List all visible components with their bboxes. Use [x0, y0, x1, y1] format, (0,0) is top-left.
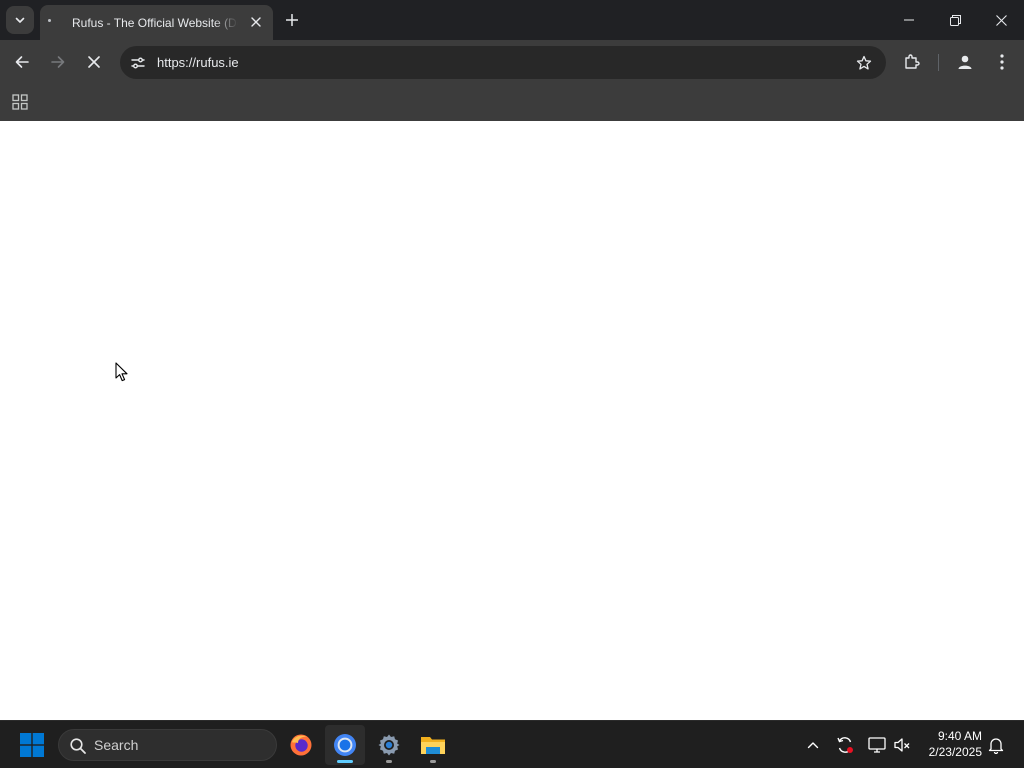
minimize-button[interactable]	[886, 0, 932, 40]
display-tray-button[interactable]	[865, 733, 889, 757]
chevron-up-icon	[807, 742, 819, 749]
volume-tray-button[interactable]	[890, 733, 914, 757]
arrow-left-icon	[15, 56, 29, 68]
extensions-button[interactable]	[896, 46, 928, 78]
tab-title: Rufus - The Official Website (Download, …	[72, 16, 238, 30]
loading-favicon-icon	[48, 19, 51, 22]
clock-time: 9:40 AM	[937, 729, 982, 743]
active-app-indicator	[337, 760, 353, 763]
file-explorer-taskbar-button[interactable]	[413, 725, 453, 765]
bookmark-star-button[interactable]	[854, 53, 874, 73]
chrome-taskbar-button[interactable]	[325, 725, 365, 765]
running-app-indicator	[386, 760, 392, 763]
notifications-button[interactable]	[984, 733, 1008, 757]
person-icon	[958, 55, 972, 69]
back-button[interactable]	[6, 46, 38, 78]
folder-icon	[421, 737, 445, 754]
taskbar-search-box[interactable]: Search	[58, 729, 277, 761]
url-text: https://rufus.ie	[157, 55, 239, 70]
close-icon	[88, 56, 100, 68]
stop-loading-button[interactable]	[78, 46, 110, 78]
start-button[interactable]	[14, 729, 50, 761]
taskbar: Search 9:40 AM 2/23/2025	[0, 720, 1024, 768]
speaker-muted-icon	[894, 738, 910, 752]
page-content[interactable]	[0, 121, 1024, 720]
more-vert-icon	[1000, 54, 1004, 70]
search-icon	[70, 738, 86, 754]
settings-taskbar-button[interactable]	[369, 725, 409, 765]
arrow-right-icon	[51, 56, 65, 68]
puzzle-icon	[905, 54, 920, 69]
firefox-taskbar-button[interactable]	[281, 725, 321, 765]
profile-button[interactable]	[949, 46, 981, 78]
display-icon	[868, 737, 886, 753]
toolbar-divider	[938, 54, 939, 71]
address-bar[interactable]: https://rufus.ie	[120, 46, 886, 79]
minimize-icon	[904, 19, 914, 21]
restore-button[interactable]	[932, 0, 978, 40]
close-window-button[interactable]	[978, 0, 1024, 40]
tab-strip: Rufus - The Official Website (Download, …	[0, 0, 1024, 40]
screen: Rufus - The Official Website (Download, …	[0, 0, 1024, 768]
bell-icon	[988, 738, 1004, 754]
active-tab[interactable]: Rufus - The Official Website (Download, …	[40, 5, 273, 40]
apps-button[interactable]	[8, 90, 32, 114]
site-info-button[interactable]	[125, 50, 151, 76]
bookmarks-bar	[0, 85, 1024, 121]
mouse-cursor-icon	[115, 362, 128, 382]
clock-date: 2/23/2025	[928, 745, 982, 759]
apps-grid-icon	[12, 94, 28, 110]
tab-close-button[interactable]	[246, 12, 266, 32]
system-clock[interactable]: 9:40 AM 2/23/2025	[920, 728, 982, 760]
windows-logo-icon	[20, 733, 44, 757]
browser-toolbar: https://rufus.ie	[0, 40, 1024, 85]
forward-button[interactable]	[42, 46, 74, 78]
running-app-indicator	[430, 760, 436, 763]
star-icon	[856, 55, 872, 70]
chevron-down-icon	[15, 17, 25, 23]
tab-search-button[interactable]	[6, 6, 34, 34]
close-icon	[251, 17, 261, 27]
firefox-icon	[290, 734, 312, 756]
new-tab-button[interactable]	[281, 9, 303, 31]
menu-button[interactable]	[986, 46, 1018, 78]
sync-icon	[837, 737, 853, 753]
restore-icon	[949, 14, 961, 26]
tune-icon	[131, 57, 145, 69]
chrome-icon	[334, 734, 356, 756]
sync-tray-button[interactable]	[833, 733, 857, 757]
gear-icon	[378, 734, 400, 756]
taskbar-search-placeholder: Search	[94, 737, 139, 753]
close-icon	[995, 14, 1007, 26]
show-hidden-icons-button[interactable]	[801, 733, 825, 757]
plus-icon	[286, 14, 298, 26]
